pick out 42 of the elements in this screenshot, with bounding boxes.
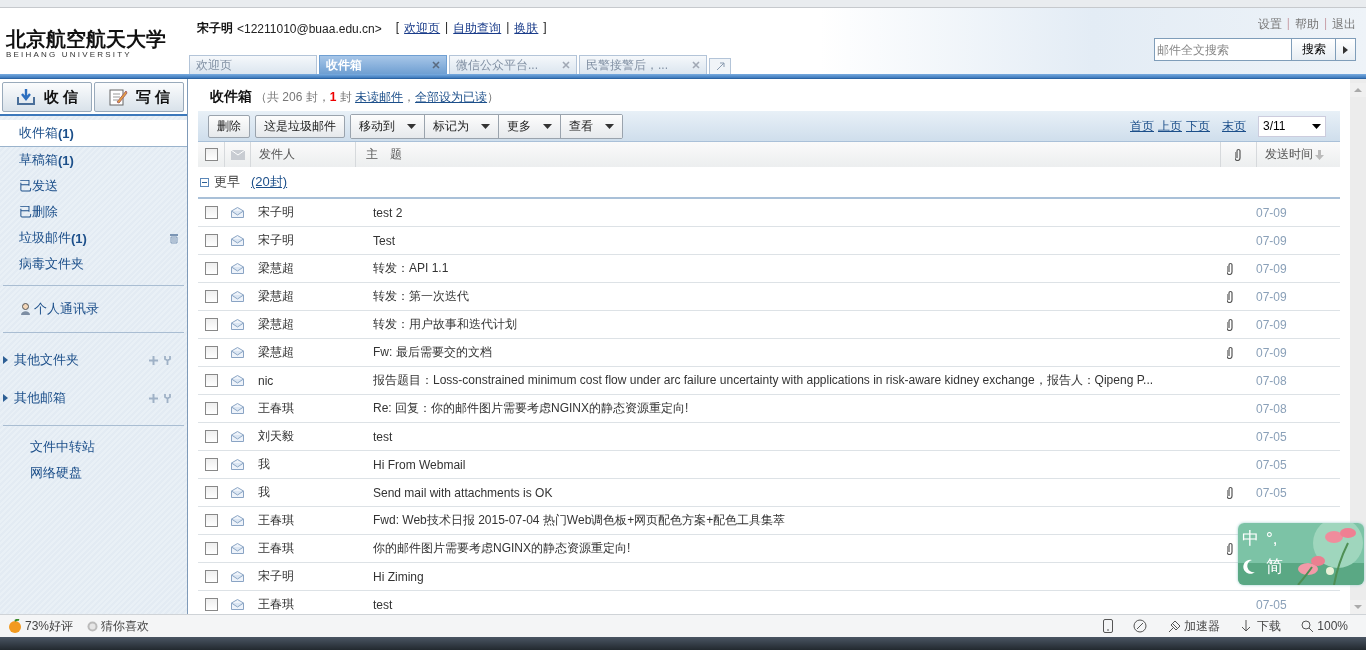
sender-cell-text: 宋子明 <box>257 232 295 249</box>
column-header: 主 题 <box>355 142 1220 167</box>
sender-cell-text: 梁慧超 <box>257 316 295 333</box>
user-name: 宋子明 <box>197 20 233 37</box>
sender-cell-text: 王春琪 <box>257 400 295 417</box>
sender-cell-text: 我 <box>257 484 271 501</box>
mailbox-summary: （共 206 封，1 封 未读邮件，全部设为已读） <box>255 88 500 106</box>
mailbox-title: 收件箱 <box>210 88 252 106</box>
date-cell-text: 07-09 <box>1255 345 1288 360</box>
date-cell-text: 07-08 <box>1255 401 1288 416</box>
sender-cell-text: 我 <box>257 456 271 473</box>
sender-cell-text: 刘天毅 <box>257 428 295 445</box>
date-cell-text: 07-09 <box>1255 233 1288 248</box>
logo-text: 北京航空航天大学 <box>6 28 167 50</box>
date-cell-text: 07-05 <box>1255 485 1288 500</box>
date-cell-text: 07-09 <box>1255 205 1288 220</box>
sender-cell-text: 王春琪 <box>257 596 295 613</box>
sender-cell-text: nic <box>257 373 275 388</box>
date-cell-text: 07-05 <box>1255 597 1288 612</box>
sender-cell-text: 宋子明 <box>257 568 295 585</box>
sender-cell-text: 梁慧超 <box>257 344 295 361</box>
date-cell-text: 07-09 <box>1255 261 1288 276</box>
date-cell-text: 07-09 <box>1255 289 1288 304</box>
sender-cell-text: 王春琪 <box>257 512 295 529</box>
group-label: 更早 <box>214 173 240 191</box>
date-cell-text: 07-05 <box>1255 457 1288 472</box>
user-email: <12211010@buaa.edu.cn> <box>237 21 382 36</box>
date-cell-text: 07-08 <box>1255 373 1288 388</box>
separator: | <box>1323 16 1327 32</box>
separator: | <box>445 20 449 36</box>
separator: | <box>1286 16 1290 32</box>
date-cell-text: 07-09 <box>1255 317 1288 332</box>
separator: | <box>506 20 510 36</box>
sender-cell-text: 王春琪 <box>257 540 295 557</box>
bracket: [ <box>395 20 400 36</box>
sender-cell-text: 宋子明 <box>257 204 295 221</box>
logo-subtitle: BEIHANG UNIVERSITY <box>6 50 133 59</box>
sender-cell-text: 梁慧超 <box>257 260 295 277</box>
date-cell-text: 07-05 <box>1255 429 1288 444</box>
sender-cell-text: 梁慧超 <box>257 288 295 305</box>
column-header: 发件人 <box>250 142 355 167</box>
bracket: ] <box>543 20 547 36</box>
